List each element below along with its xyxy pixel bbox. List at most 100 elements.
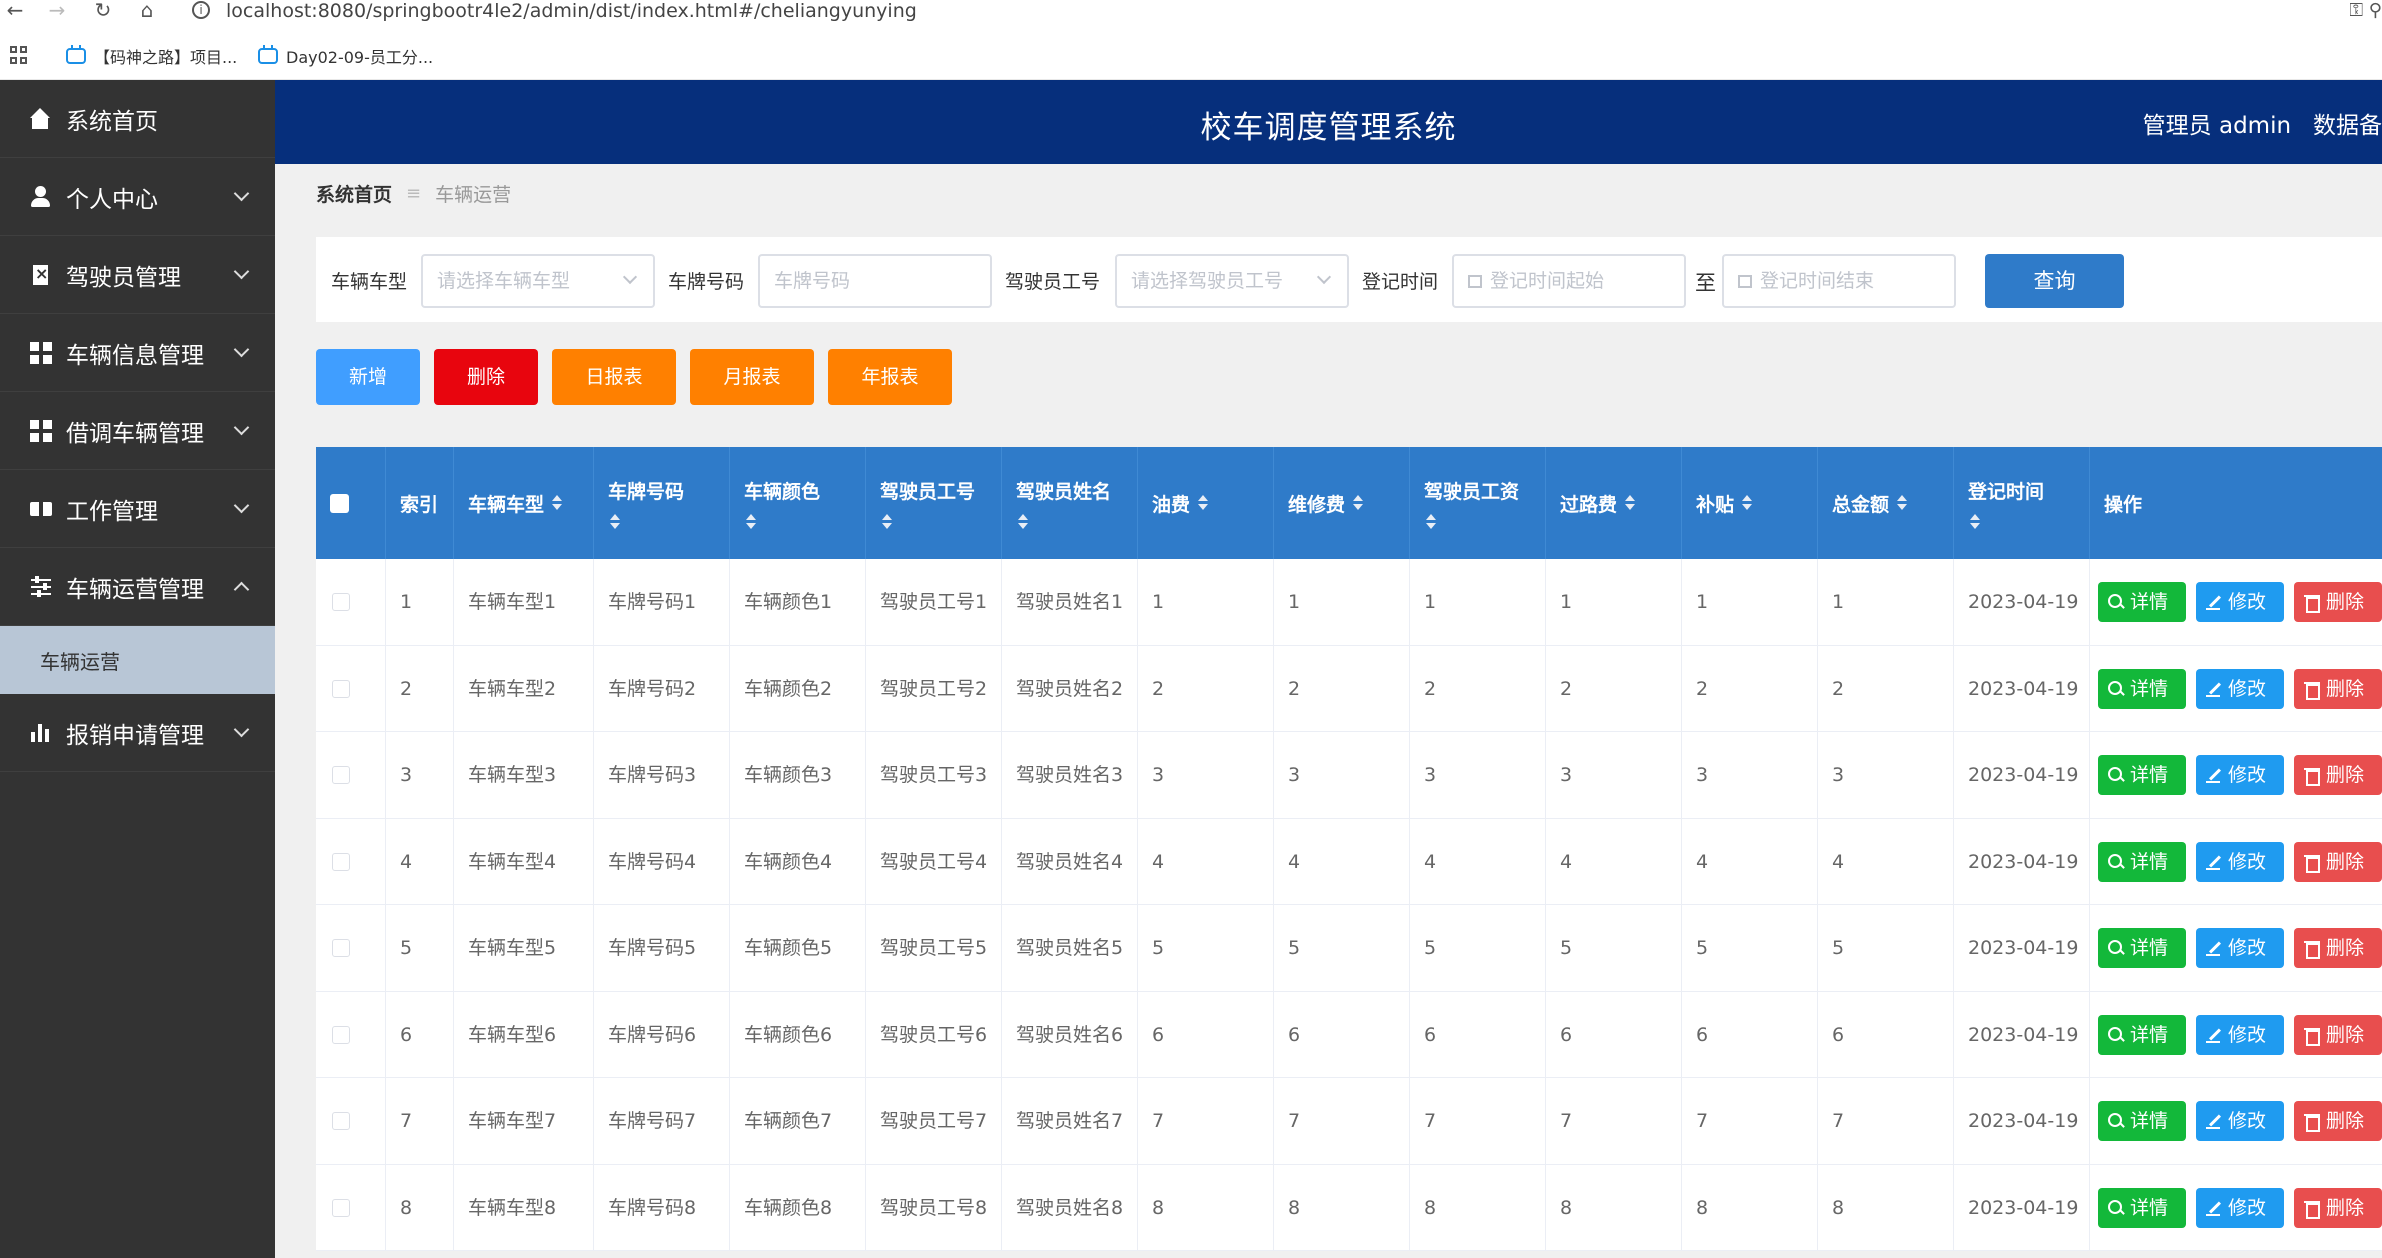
col-header-fuel[interactable]: 油费 <box>1138 447 1274 559</box>
sort-icon[interactable] <box>1897 495 1908 511</box>
cell-salary: 6 <box>1410 991 1546 1078</box>
cell-color: 车辆颜色4 <box>730 818 866 905</box>
site-info-icon[interactable]: i <box>192 1 210 19</box>
add-button[interactable]: 新增 <box>316 349 420 405</box>
col-header-subsidy[interactable]: 补贴 <box>1682 447 1818 559</box>
daily-report-button[interactable]: 日报表 <box>552 349 676 405</box>
sidebar-subitem-vehicle-operation[interactable]: 车辆运营 <box>0 626 275 694</box>
sidebar-item-operations[interactable]: 车辆运营管理 <box>0 548 275 626</box>
sidebar-item-drivers[interactable]: 驾驶员管理 <box>0 236 275 314</box>
sidebar-item-work[interactable]: 工作管理 <box>0 470 275 548</box>
query-button[interactable]: 查询 <box>1985 254 2124 308</box>
detail-button[interactable]: 详情 <box>2098 928 2186 968</box>
cell-color: 车辆颜色6 <box>730 991 866 1078</box>
row-checkbox[interactable] <box>332 939 350 957</box>
sort-icon[interactable] <box>1970 513 1980 530</box>
row-checkbox[interactable] <box>332 679 350 698</box>
breadcrumb-home[interactable]: 系统首页 <box>316 180 392 207</box>
sort-icon[interactable] <box>1426 513 1436 530</box>
delete-button[interactable]: 删除 <box>2294 582 2382 622</box>
row-checkbox[interactable] <box>332 766 350 784</box>
sort-icon[interactable] <box>1198 495 1209 511</box>
row-checkbox[interactable] <box>332 1198 350 1217</box>
col-header-color[interactable]: 车辆颜色 <box>730 447 866 559</box>
sort-icon[interactable] <box>1742 495 1753 511</box>
edit-button[interactable]: 修改 <box>2196 755 2284 795</box>
back-arrow-icon[interactable]: ← <box>0 0 30 22</box>
time-end-input[interactable]: 登记时间结束 <box>1722 254 1956 308</box>
sidebar-item-vehicle-loans[interactable]: 借调车辆管理 <box>0 392 275 470</box>
col-header-plate[interactable]: 车牌号码 <box>594 447 730 559</box>
sort-icon[interactable] <box>552 495 563 511</box>
sidebar-item-profile[interactable]: 个人中心 <box>0 158 275 236</box>
sidebar-item-home[interactable]: 系统首页 <box>0 80 275 158</box>
sort-icon[interactable] <box>1018 513 1028 530</box>
cell-subsidy: 2 <box>1682 645 1818 732</box>
detail-button[interactable]: 详情 <box>2098 1187 2186 1228</box>
cell-color: 车辆颜色2 <box>730 645 866 732</box>
sort-icon[interactable] <box>882 513 892 530</box>
driver-id-select[interactable]: 请选择驾驶员工号 <box>1115 254 1349 308</box>
edit-button[interactable]: 修改 <box>2196 1101 2284 1141</box>
edit-button[interactable]: 修改 <box>2196 668 2284 709</box>
chevron-down-icon <box>233 263 250 280</box>
edit-button[interactable]: 修改 <box>2196 582 2284 622</box>
col-header-driver-id[interactable]: 驾驶员工号 <box>866 447 1002 559</box>
row-checkbox[interactable] <box>332 1112 350 1130</box>
sort-icon[interactable] <box>1353 495 1364 511</box>
sort-icon[interactable] <box>746 513 756 530</box>
edit-button[interactable]: 修改 <box>2196 1187 2284 1228</box>
edit-button[interactable]: 修改 <box>2196 928 2284 968</box>
edit-button[interactable]: 修改 <box>2196 1014 2284 1055</box>
car-type-select[interactable]: 请选择车辆车型 <box>421 254 655 308</box>
search-icon <box>2108 1113 2124 1129</box>
delete-button[interactable]: 删除 <box>2294 1187 2382 1228</box>
reload-icon[interactable]: ↻ <box>88 0 118 22</box>
sidebar-item-vehicles[interactable]: 车辆信息管理 <box>0 314 275 392</box>
row-checkbox[interactable] <box>332 852 350 871</box>
select-all-checkbox[interactable] <box>330 493 349 513</box>
col-header-repair[interactable]: 维修费 <box>1274 447 1410 559</box>
time-start-input[interactable]: 登记时间起始 <box>1452 254 1686 308</box>
detail-button[interactable]: 详情 <box>2098 668 2186 709</box>
forward-arrow-icon[interactable]: → <box>42 0 72 22</box>
col-header-car-type[interactable]: 车辆车型 <box>454 447 594 559</box>
edit-button[interactable]: 修改 <box>2196 841 2284 882</box>
sort-icon[interactable] <box>1625 495 1636 511</box>
batch-delete-button[interactable]: 删除 <box>434 349 538 405</box>
bookmark-item[interactable]: 【码神之路】项目... <box>66 44 237 68</box>
detail-button[interactable]: 详情 <box>2098 755 2186 795</box>
detail-button[interactable]: 详情 <box>2098 841 2186 882</box>
col-header-toll[interactable]: 过路费 <box>1546 447 1682 559</box>
row-checkbox[interactable] <box>332 1025 350 1044</box>
detail-button[interactable]: 详情 <box>2098 582 2186 622</box>
delete-button[interactable]: 删除 <box>2294 755 2382 795</box>
delete-button[interactable]: 删除 <box>2294 1101 2382 1141</box>
edit-label: 修改 <box>2228 1110 2267 1132</box>
col-header-salary[interactable]: 驾驶员工资 <box>1410 447 1546 559</box>
backup-link[interactable]: 数据备 <box>2313 113 2382 139</box>
detail-button[interactable]: 详情 <box>2098 1101 2186 1141</box>
delete-button[interactable]: 删除 <box>2294 1014 2382 1055</box>
col-header-total[interactable]: 总金额 <box>1818 447 1954 559</box>
cell-car-type: 车辆车型8 <box>454 1164 594 1251</box>
delete-button[interactable]: 删除 <box>2294 841 2382 882</box>
sidebar-item-reimbursement[interactable]: 报销申请管理 <box>0 694 275 772</box>
calendar-icon <box>1468 275 1482 288</box>
row-checkbox[interactable] <box>332 593 350 611</box>
monthly-report-button[interactable]: 月报表 <box>690 349 814 405</box>
cell-plate: 车牌号码5 <box>594 905 730 991</box>
yearly-report-button[interactable]: 年报表 <box>828 349 952 405</box>
col-header-driver-name[interactable]: 驾驶员姓名 <box>1002 447 1138 559</box>
detail-button[interactable]: 详情 <box>2098 1014 2186 1055</box>
col-header-date[interactable]: 登记时间 <box>1954 447 2090 559</box>
apps-icon[interactable] <box>10 46 28 64</box>
home-nav-icon[interactable]: ⌂ <box>132 0 162 22</box>
delete-button[interactable]: 删除 <box>2294 668 2382 709</box>
key-icon[interactable]: ⚿ ⚲ <box>2349 0 2382 21</box>
address-bar[interactable]: localhost:8080/springbootr4le2/admin/dis… <box>226 0 917 22</box>
bookmark-item[interactable]: Day02-09-员工分... <box>258 44 433 68</box>
sort-icon[interactable] <box>610 513 620 530</box>
plate-input[interactable]: 车牌号码 <box>758 254 992 308</box>
delete-button[interactable]: 删除 <box>2294 928 2382 968</box>
